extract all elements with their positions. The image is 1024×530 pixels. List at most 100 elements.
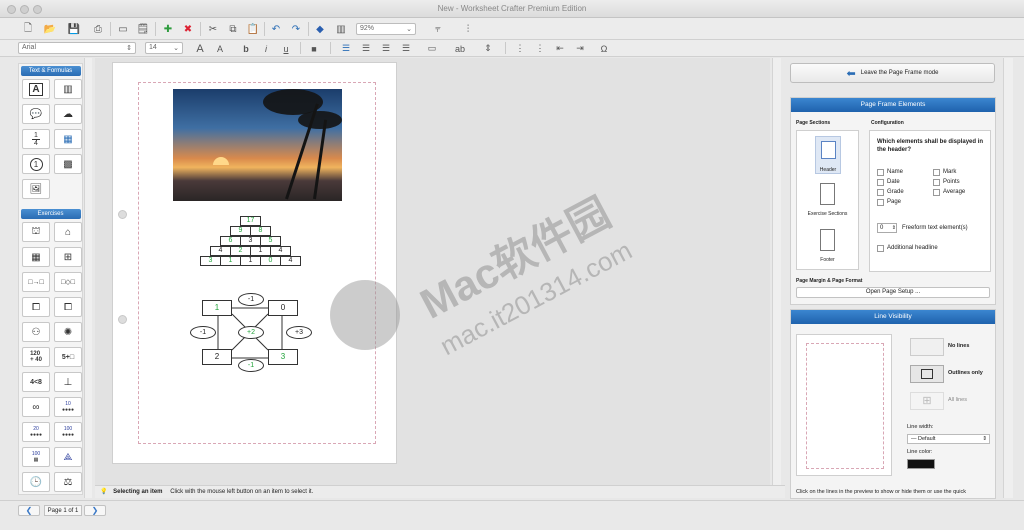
text-color-icon[interactable]: ■ [306,42,322,55]
arithmagon-square-icon[interactable]: ⧠ [22,297,50,317]
table-icon[interactable]: ▦ [54,129,82,149]
undo-icon[interactable]: ↶ [268,21,284,37]
export-icon[interactable]: ◆ [312,21,328,37]
pyramid-cell: 3 [240,236,261,246]
page-checkbox[interactable] [877,199,884,206]
number-house-icon[interactable]: ⌂ [54,222,82,242]
thought-bubble-icon[interactable]: ☁ [54,104,82,124]
dot-field-ten-icon[interactable]: 10 ●●●● [54,397,82,417]
exercise-sections-icon[interactable] [820,183,835,205]
underline-button[interactable]: u [278,42,294,55]
spell-check-icon[interactable]: ab [452,42,468,55]
pyramid-cell: 8 [250,226,271,236]
increase-font-icon[interactable]: A [192,42,208,55]
cut-icon[interactable]: ✂ [205,21,221,37]
grid-table-icon[interactable]: ⊞ [54,247,82,267]
freeform-stepper[interactable]: 0 ⇕ [877,223,897,233]
fraction-icon[interactable]: 1 4 [22,129,50,149]
zoom-select[interactable]: 92% ⌄ [356,23,416,35]
leave-page-frame-button[interactable]: ⬅ Leave the Page Frame mode [790,63,995,83]
date-checkbox[interactable] [877,179,884,186]
footer-icon[interactable] [820,229,835,251]
panel-scrollbar[interactable] [1003,58,1013,498]
operator-chain-icon[interactable]: □◇□ [54,272,82,292]
paste-icon[interactable]: 📋 [245,21,261,37]
open-page-setup-button[interactable]: Open Page Setup ... [796,287,990,298]
book-icon[interactable]: ▥ [333,21,349,37]
arrow-chain-icon[interactable]: □→□ [22,272,50,292]
hundred-board-icon[interactable]: ▦ [22,247,50,267]
open-folder-icon[interactable]: 📂 [42,21,58,37]
column-arithmetic-icon[interactable]: 120 + 40 [22,347,50,367]
dot-field-twenty-icon[interactable]: 20 ●●●● [22,422,50,442]
arithmagon[interactable]: 1 0 2 3 -1 -1 +2 +3 -1 [188,292,318,374]
additional-headline-checkbox[interactable] [877,245,884,252]
equation-icon[interactable]: 5+□ [54,347,82,367]
dot-field-hundred-icon[interactable]: 100 ●●●● [54,422,82,442]
abacus-icon[interactable]: ∞ [22,397,50,417]
frame-icon[interactable]: ▭ [424,42,440,55]
print-icon[interactable]: ⎙ [90,21,106,37]
palette-scrollbar[interactable] [84,58,92,498]
mark-checkbox[interactable] [933,169,940,176]
number-wheel-icon[interactable]: ✺ [54,322,82,342]
grade-checkbox[interactable] [877,189,884,196]
text-box-icon[interactable]: A [22,79,50,99]
numbered-list-icon[interactable]: ⋮ [512,42,528,55]
number-tree-icon[interactable]: ⚇ [22,322,50,342]
align-right-icon[interactable]: ☰ [378,42,394,55]
no-lines-option[interactable] [910,338,944,356]
align-left-icon[interactable]: ☰ [338,42,354,55]
line-preview[interactable] [796,334,892,476]
speech-bubble-icon[interactable]: 💬 [22,104,50,124]
font-size-select[interactable]: 14 ⌄ [145,42,183,54]
comparison-icon[interactable]: 4<8 [22,372,50,392]
line-color-swatch[interactable] [907,459,935,469]
justify-icon[interactable]: ☰ [398,42,414,55]
redo-icon[interactable]: ↷ [288,21,304,37]
bold-button[interactable]: b [238,42,254,55]
align-objects-icon[interactable]: ⫧ [430,21,446,37]
bullet-list-icon[interactable]: ⋮ [532,42,548,55]
special-character-icon[interactable]: Ω [596,42,612,55]
number-pyramid-icon[interactable]: ⛫ [22,222,50,242]
text-columns-icon[interactable]: ▥ [54,79,82,99]
decrease-font-icon[interactable]: A [212,42,228,55]
arithmagon-icon[interactable]: ⧠ [54,297,82,317]
indent-decrease-icon[interactable]: ⇤ [552,42,568,55]
next-page-button[interactable]: ❯ [84,505,106,516]
beach-sunset-photo[interactable] [173,89,342,201]
add-page-icon[interactable]: ✚ [160,21,176,37]
note-icon[interactable]: 🗒 [135,21,151,37]
all-lines-option[interactable]: ⊞ [910,392,944,410]
qr-code-icon[interactable]: ▩ [54,154,82,174]
name-checkbox[interactable] [877,169,884,176]
chevron-down-icon: ⌄ [173,45,179,52]
align-center-icon[interactable]: ☰ [358,42,374,55]
canvas-scrollbar[interactable] [772,58,781,498]
points-checkbox[interactable] [933,179,940,186]
font-select[interactable]: Arial ⇕ [18,42,136,54]
indent-increase-icon[interactable]: ⇥ [572,42,588,55]
new-document-icon[interactable]: 🗋 [20,21,36,37]
clock-icon[interactable]: 🕒 [22,472,50,492]
balance-scale-icon[interactable]: ⚖ [54,472,82,492]
italic-button[interactable]: i [258,42,274,55]
save-icon[interactable]: 💾 [66,21,82,37]
copy-icon[interactable]: ⧉ [225,21,241,37]
letter-grid-icon[interactable]: ⟁ [54,447,82,467]
line-spacing-icon[interactable]: ⇕ [480,42,496,55]
image-icon[interactable]: 🖼 [22,179,50,199]
header-section-item[interactable]: Header [815,136,841,174]
average-checkbox[interactable] [933,189,940,196]
prev-page-button[interactable]: ❮ [18,505,40,516]
hundred-field-icon[interactable]: 100 ▦ [22,447,50,467]
number-pyramid[interactable]: 17 9 8 6 3 5 4 2 1 4 3 1 1 0 4 [200,216,302,266]
delete-page-icon[interactable]: ✖ [180,21,196,37]
circled-number-icon[interactable]: 1 [22,154,50,174]
outlines-only-option[interactable] [910,365,944,383]
line-width-select[interactable]: — Default ⇕ [907,434,990,444]
page-icon[interactable]: ▭ [115,21,131,37]
distribute-objects-icon[interactable]: ⫶ [460,21,476,37]
number-line-icon[interactable]: ⊥ [54,372,82,392]
